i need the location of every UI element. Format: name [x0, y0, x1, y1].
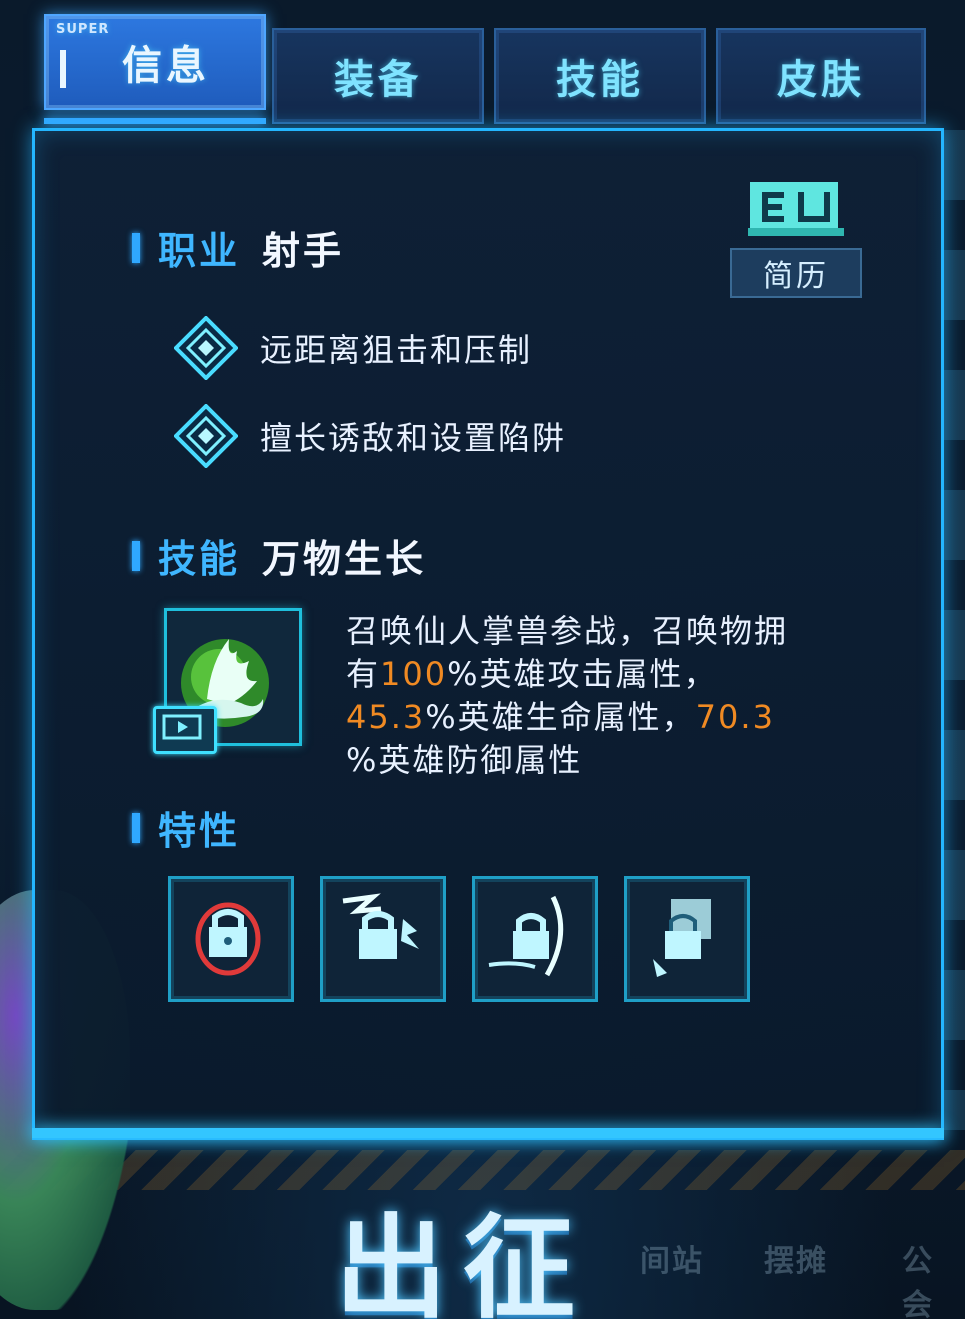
- class-label: 职业: [158, 229, 241, 273]
- trait-item: 擅长诱敌和设置陷阱: [174, 404, 566, 468]
- diamond-icon: [174, 316, 238, 380]
- panel-bottom-glow: [32, 1128, 944, 1138]
- tab-active-marker: [60, 50, 66, 88]
- desc-text: 有: [346, 655, 381, 693]
- hp-percent-value: 45.3: [346, 698, 426, 736]
- tab-equipment[interactable]: 装备: [272, 28, 484, 124]
- tab-info[interactable]: SUPER 信息: [44, 14, 266, 110]
- skill-name: 万物生长: [262, 537, 427, 581]
- section-marker: [132, 232, 140, 263]
- class-section: 职业 射手: [132, 220, 344, 275]
- book-icon: [748, 182, 844, 236]
- feature-slot-1[interactable]: [168, 876, 294, 1002]
- locked-feature-lightning-icon: [342, 893, 419, 959]
- skill-label: 技能: [158, 537, 241, 581]
- trait-text: 擅长诱敌和设置陷阱: [260, 419, 567, 457]
- attack-percent-value: 100: [380, 655, 448, 693]
- trait-item: 远距离狙击和压制: [174, 316, 532, 380]
- section-marker: [132, 540, 140, 571]
- super-badge: SUPER: [56, 22, 110, 37]
- go-battle-button[interactable]: 出征: [335, 1178, 591, 1319]
- desc-text: %英雄攻击属性，: [447, 655, 718, 693]
- feature-slot-4[interactable]: [624, 876, 750, 1002]
- desc-text: 召唤仙人掌兽参战，召唤物拥: [346, 612, 789, 650]
- skill-desc-line: 有100%英雄攻击属性，: [346, 653, 866, 696]
- feature-label: 特性: [158, 809, 241, 853]
- skill-section: 技能 万物生长: [132, 528, 426, 583]
- nav-stall[interactable]: 摆摊: [764, 1236, 828, 1280]
- feature-slot-2[interactable]: [320, 876, 446, 1002]
- resume-label: 简历: [730, 248, 862, 298]
- tab-label: 信息: [122, 43, 210, 89]
- tab-skills[interactable]: 技能: [494, 28, 706, 124]
- video-play-icon: [162, 714, 202, 740]
- feature-slot-3[interactable]: [472, 876, 598, 1002]
- video-play-button[interactable]: [153, 706, 217, 754]
- skill-desc-line: 召唤仙人掌兽参战，召唤物拥: [346, 610, 866, 653]
- section-marker: [132, 812, 140, 843]
- feature-section: 特性: [132, 800, 240, 855]
- defense-percent-value: 70.3: [695, 698, 775, 736]
- diamond-icon: [174, 404, 238, 468]
- tab-label: 皮肤: [777, 57, 865, 103]
- active-tab-underline: [44, 118, 266, 124]
- locked-feature-slash-icon: [488, 895, 564, 977]
- tab-skins[interactable]: 皮肤: [716, 28, 926, 124]
- nav-guild[interactable]: 公会: [902, 1236, 965, 1319]
- skill-description: 召唤仙人掌兽参战，召唤物拥 有100%英雄攻击属性， 45.3%英雄生命属性，7…: [346, 610, 866, 782]
- hero-info-screen: SUPER 信息 装备 技能 皮肤 职业 射手 简历 远距离狙击和压制 擅长诱敌…: [0, 0, 965, 1319]
- class-value: 射手: [262, 229, 345, 273]
- skill-desc-line: %英雄防御属性: [346, 739, 866, 782]
- tab-label: 技能: [556, 57, 644, 103]
- tab-label: 装备: [334, 57, 422, 103]
- resume-button[interactable]: 简历: [730, 176, 862, 298]
- trait-text: 远距离狙击和压制: [260, 331, 533, 369]
- desc-text: %英雄生命属性，: [425, 698, 696, 736]
- skill-desc-line: 45.3%英雄生命属性，70.3: [346, 696, 866, 739]
- nav-station[interactable]: 间站: [640, 1236, 704, 1280]
- tab-bar: SUPER 信息 装备 技能 皮肤: [44, 14, 926, 124]
- locked-feature-boot-icon: [653, 899, 711, 977]
- locked-feature-red-icon: [195, 902, 261, 976]
- desc-text: %英雄防御属性: [346, 741, 583, 779]
